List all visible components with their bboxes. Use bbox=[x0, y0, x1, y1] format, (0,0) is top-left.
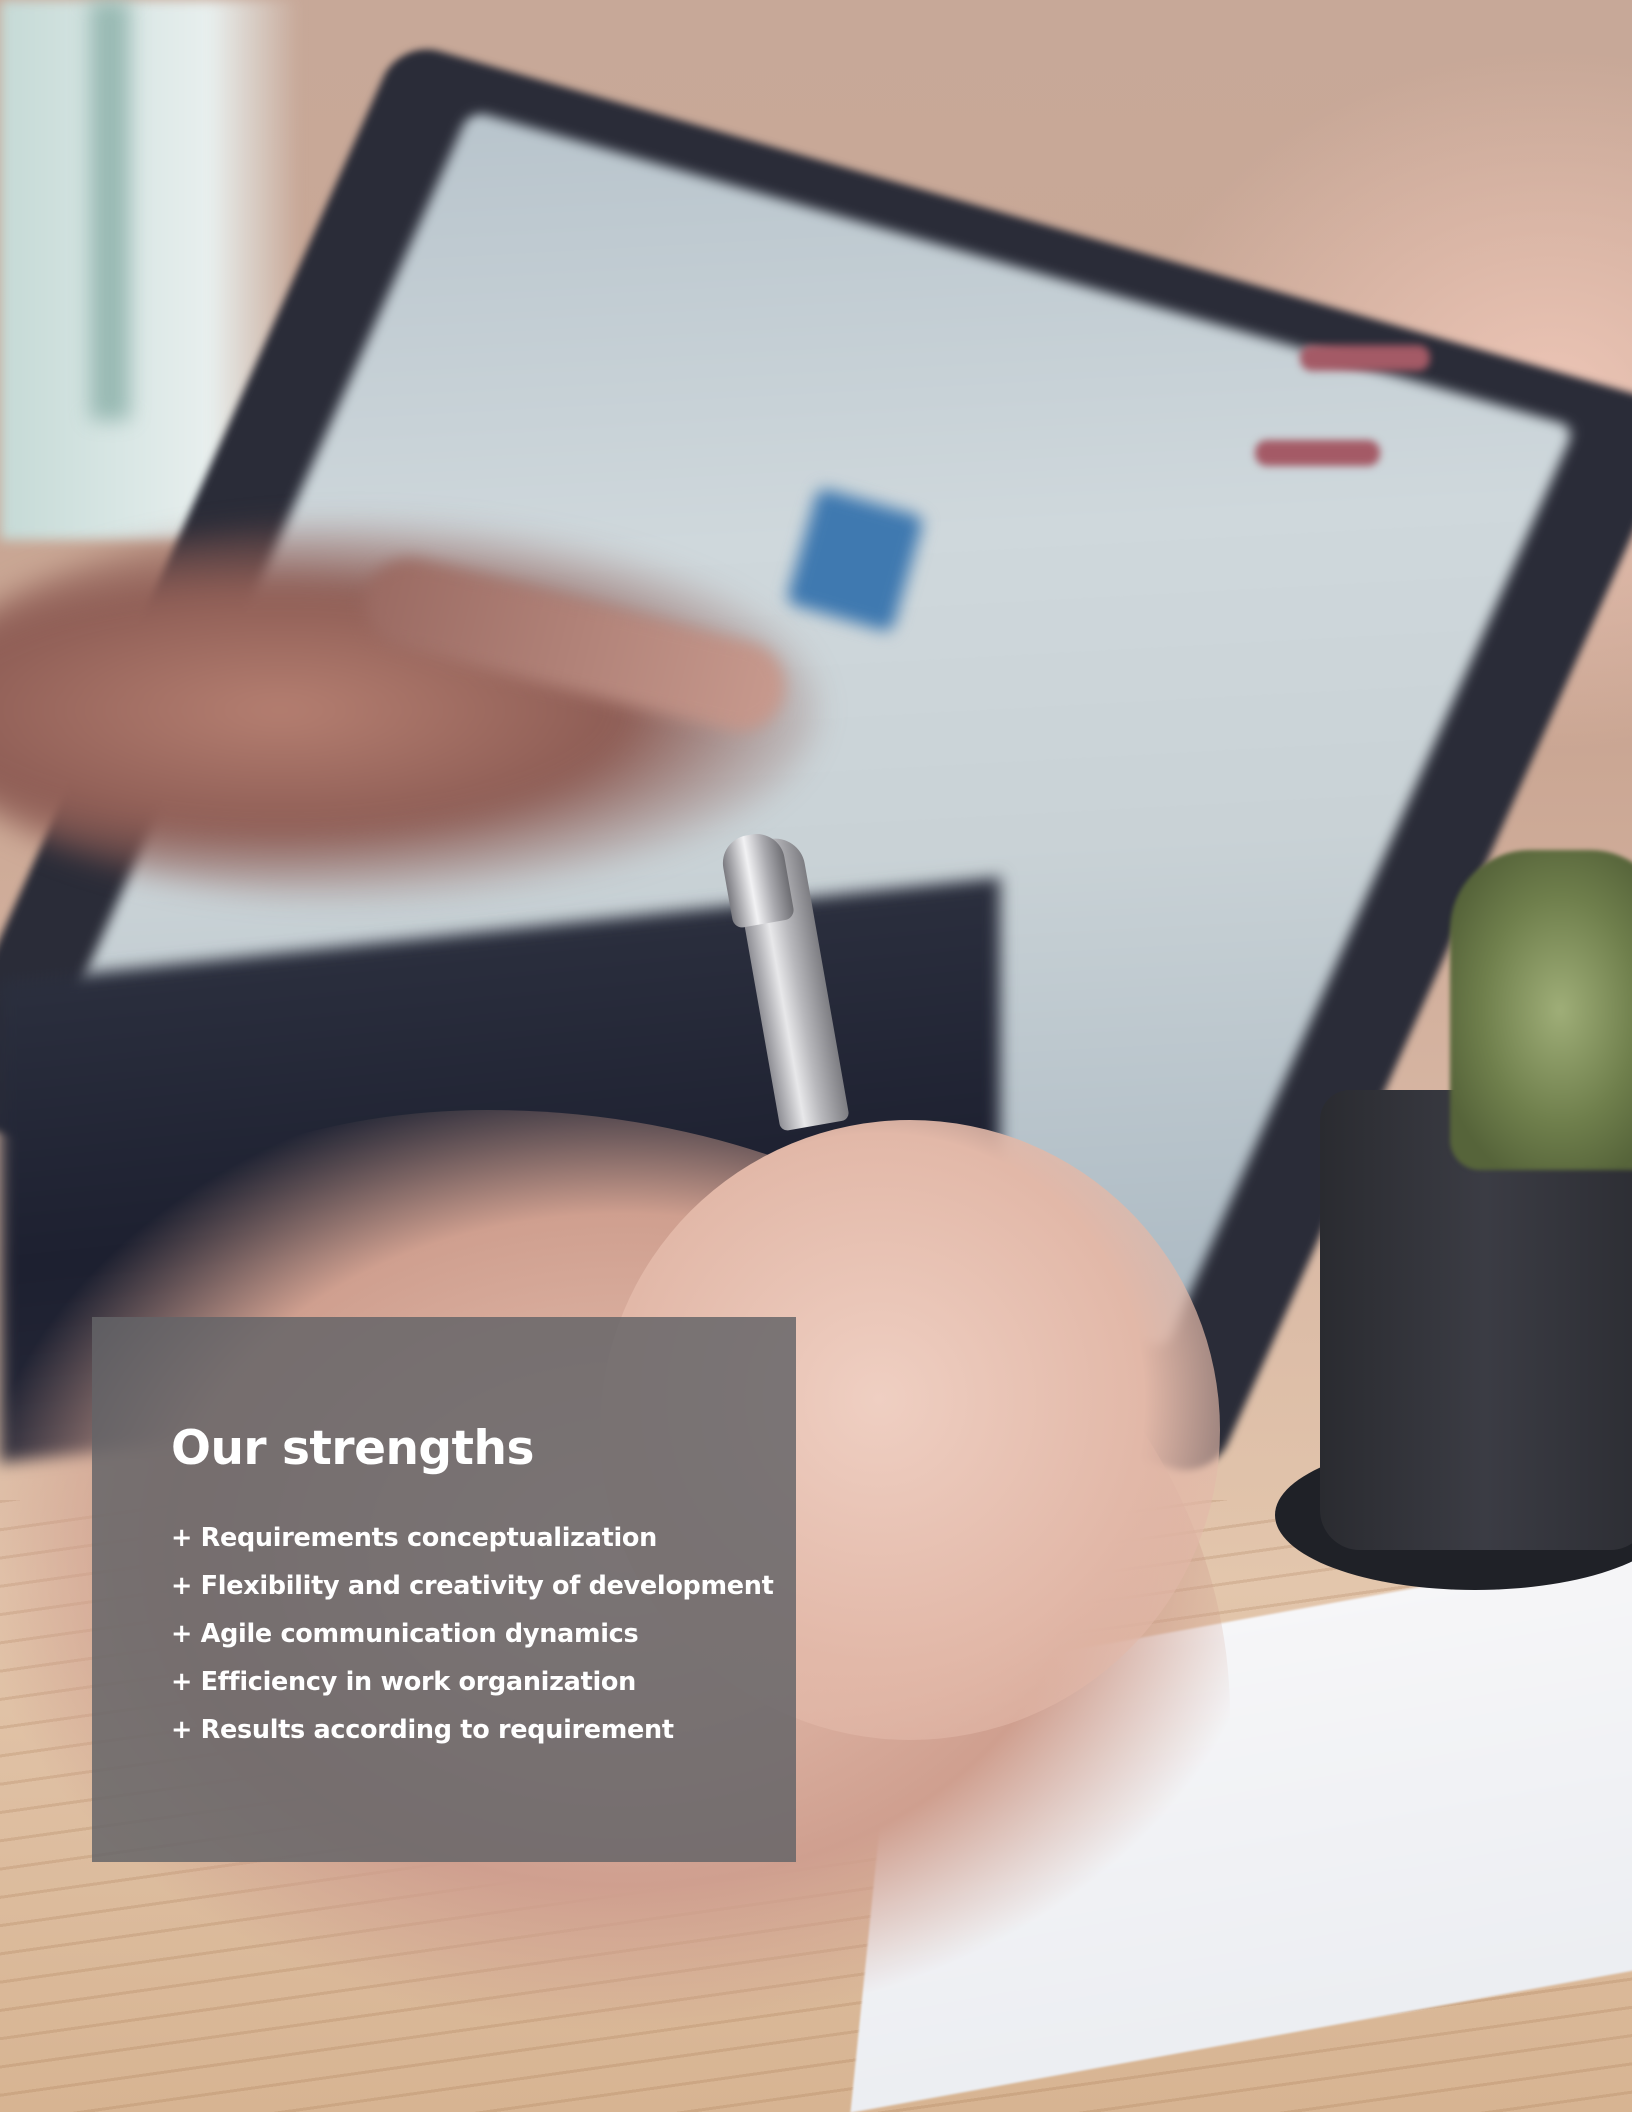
strength-item: + Agile communication dynamics bbox=[171, 1619, 639, 1649]
strengths-list: + Requirements conceptualization + Flexi… bbox=[171, 1514, 774, 1754]
strength-item: + Results according to requirement bbox=[171, 1715, 674, 1745]
strength-item: + Efficiency in work organization bbox=[171, 1667, 636, 1697]
screen-red-bar bbox=[1255, 440, 1380, 466]
strength-item: + Requirements conceptualization bbox=[171, 1523, 657, 1553]
cactus-plant bbox=[1450, 850, 1632, 1170]
strength-item: + Flexibility and creativity of developm… bbox=[171, 1571, 774, 1601]
window-frame bbox=[90, 0, 130, 420]
strengths-title: Our strengths bbox=[171, 1421, 534, 1476]
strengths-card: Our strengths + Requirements conceptuali… bbox=[92, 1317, 796, 1862]
screen-red-bar bbox=[1300, 345, 1430, 371]
